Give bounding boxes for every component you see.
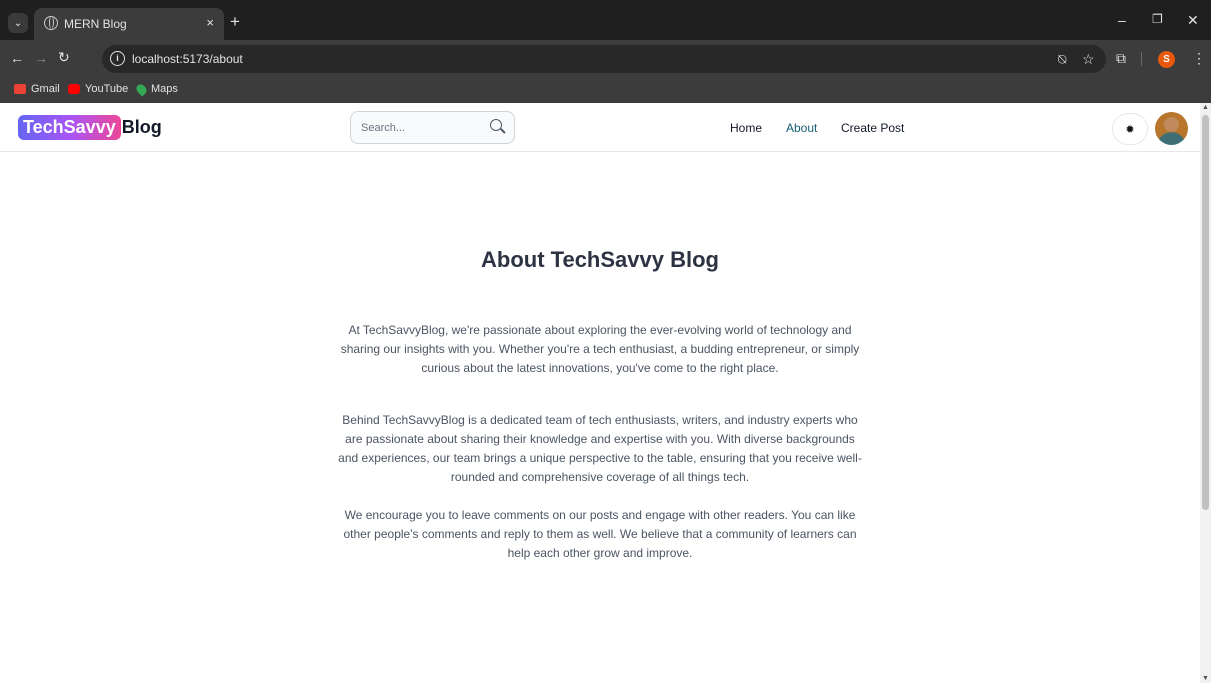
tab-search-chevron-icon[interactable]: ⌄ [8, 13, 28, 33]
profile-avatar-icon[interactable]: S [1158, 51, 1175, 68]
scroll-down-icon[interactable]: ▼ [1202, 675, 1209, 682]
search-form [350, 111, 515, 144]
bookmark-star-icon[interactable]: ☆ [1082, 51, 1095, 68]
nav-home[interactable]: Home [730, 121, 762, 135]
forward-icon[interactable]: → [34, 50, 48, 66]
about-paragraph: We encourage you to leave comments on ou… [343, 508, 857, 560]
nav-about[interactable]: About [786, 121, 817, 135]
browser-tab[interactable]: MERN Blog × [34, 8, 224, 40]
reload-icon[interactable]: ↻ [58, 49, 70, 66]
menu-kebab-icon[interactable]: ⋮ [1192, 50, 1206, 67]
bookmark-label: Gmail [31, 83, 60, 95]
bookmark-label: YouTube [85, 83, 129, 95]
site-info-icon[interactable]: i [110, 51, 125, 66]
bookmarks-bar: Gmail YouTube Maps [0, 78, 1211, 103]
bookmark-maps[interactable]: Maps [134, 81, 178, 97]
site-logo[interactable]: TechSavvy Blog [18, 115, 162, 140]
omnibox[interactable]: i localhost:5173/about ⍉ ☆ [102, 45, 1106, 73]
minimize-icon[interactable]: – [1118, 12, 1126, 28]
bookmark-label: Maps [151, 83, 178, 95]
gmail-icon [14, 84, 26, 94]
globe-icon [44, 16, 58, 30]
sun-icon: ✹ [1125, 123, 1135, 136]
youtube-icon [68, 84, 80, 94]
bookmark-gmail[interactable]: Gmail [14, 83, 60, 95]
page-viewport: TechSavvy Blog Home About Create Post ✹ … [0, 103, 1200, 683]
scroll-up-icon[interactable]: ▲ [1202, 104, 1209, 111]
theme-toggle-button[interactable]: ✹ [1112, 113, 1148, 145]
site-header: TechSavvy Blog Home About Create Post ✹ [0, 103, 1200, 152]
bookmark-youtube[interactable]: YouTube [68, 83, 128, 95]
toolbar-divider [1141, 52, 1142, 66]
browser-tab-strip: ⌄ MERN Blog × + – ❐ ✕ [0, 0, 1211, 40]
logo-brand: TechSavvy [18, 115, 121, 140]
search-input[interactable] [351, 112, 486, 143]
new-tab-icon[interactable]: + [230, 13, 240, 30]
url-text[interactable]: localhost:5173/about [132, 52, 243, 66]
window-close-icon[interactable]: ✕ [1187, 12, 1199, 29]
logo-suffix: Blog [121, 117, 162, 137]
back-icon[interactable]: ← [10, 50, 24, 66]
address-bar-row: ← → ↻ i localhost:5173/about ⍉ ☆ ⧉ S ⋮ [0, 40, 1211, 78]
page-scrollbar[interactable]: ▲ ▼ [1200, 103, 1211, 683]
maps-icon [134, 81, 149, 97]
cast-off-icon[interactable]: ⍉ [1058, 51, 1066, 68]
about-paragraph: Behind TechSavvyBlog is a dedicated team… [338, 413, 862, 484]
extensions-icon[interactable]: ⧉ [1116, 50, 1126, 67]
page-title: About TechSavvy Blog [481, 247, 719, 272]
tab-close-icon[interactable]: × [206, 15, 214, 30]
about-paragraph: At TechSavvyBlog, we're passionate about… [340, 323, 860, 375]
search-icon[interactable] [490, 119, 502, 131]
tab-title: MERN Blog [64, 17, 127, 31]
user-avatar[interactable] [1155, 112, 1188, 145]
restore-icon[interactable]: ❐ [1152, 12, 1163, 26]
nav-create-post[interactable]: Create Post [841, 121, 904, 135]
scrollbar-thumb[interactable] [1202, 115, 1209, 510]
